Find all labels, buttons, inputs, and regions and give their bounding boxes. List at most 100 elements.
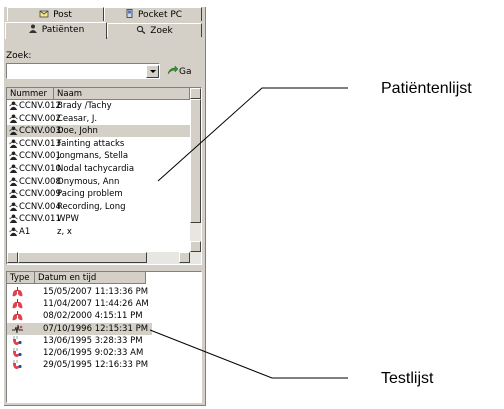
holter-icon <box>13 335 22 345</box>
patient-row[interactable]: CCNV.010 Nodal tachycardia <box>7 163 190 175</box>
tab-pocket-pc-label: Pocket PC <box>137 10 183 20</box>
patient-name: Ceasar, J. <box>57 113 98 124</box>
patient-number: CCNV.001 <box>19 151 61 162</box>
patient-icon <box>9 151 18 161</box>
patient-row[interactable]: CCNV.009 Pacing problem <box>7 188 190 200</box>
column-header-type[interactable]: Type <box>7 272 35 284</box>
test-row[interactable]: 07/10/1996 12:15:31 PM <box>7 322 152 335</box>
scroll-up-button[interactable] <box>190 88 201 99</box>
tab-patienten[interactable]: Patiënten <box>5 22 107 39</box>
patient-row[interactable]: CCNV.013 Fainting attacks <box>7 138 190 150</box>
go-arrow-icon <box>167 65 179 75</box>
patient-row[interactable]: CCNV.008 Onymous, Ann <box>7 176 190 188</box>
tab-zoek-label: Zoek <box>150 26 173 36</box>
patient-icon <box>9 126 18 136</box>
test-row[interactable]: 29/05/1995 12:16:33 PM <box>7 359 152 371</box>
patient-name: z, x <box>57 227 72 237</box>
patient-icon <box>9 202 18 211</box>
test-datetime: 08/02/2000 4:15:11 PM <box>43 311 143 322</box>
test-row[interactable]: 15/05/2007 11:13:36 PM <box>7 286 152 298</box>
test-datetime: 29/05/1995 12:16:33 PM <box>43 360 149 371</box>
tab-pocket-pc[interactable]: Pocket PC <box>104 7 202 21</box>
tab-zoek[interactable]: Zoek <box>107 23 202 37</box>
lungs-icon <box>12 287 23 297</box>
tab-patienten-label: Patiënten <box>41 25 85 35</box>
patient-number: CCNV.012 <box>19 101 61 111</box>
scroll-down-button[interactable] <box>190 241 201 252</box>
patient-icon <box>28 24 37 33</box>
search-input[interactable] <box>6 63 160 79</box>
scroll-right-button[interactable] <box>179 252 190 263</box>
patient-icon <box>9 114 18 123</box>
patient-name: WPW <box>57 214 79 225</box>
patient-icon <box>9 164 18 173</box>
patient-number: CCNV.008 <box>19 176 61 187</box>
patient-name: Recording, Long <box>57 201 126 212</box>
pocket-pc-icon <box>126 9 133 18</box>
holter-icon <box>13 360 22 370</box>
patient-row[interactable]: CCNV.012 Brady /Tachy <box>7 100 190 112</box>
patient-number: CCNV.010 <box>19 164 61 174</box>
patient-row[interactable]: CCNV.011 WPW <box>7 213 190 225</box>
patient-icon <box>9 214 18 224</box>
lungs-icon <box>12 299 23 309</box>
patient-icon <box>9 177 18 186</box>
patient-name: Brady /Tachy <box>57 101 112 111</box>
patient-icon <box>9 101 18 110</box>
patient-row[interactable]: CCNV.003 Doe, John <box>7 125 190 138</box>
callout-testlijst: Testlijst <box>381 370 434 387</box>
search-label: Zoek: <box>6 51 32 61</box>
patient-name: Pacing problem <box>57 189 123 200</box>
patient-list[interactable]: Nummer Naam CCNV.012 Brady /Tachy CCNV.002… <box>6 87 202 265</box>
holter-icon <box>13 348 22 357</box>
test-datetime: 13/06/1995 3:28:33 PM <box>43 335 143 346</box>
column-header-datum[interactable]: Datum en tijd <box>35 272 146 284</box>
patient-number: CCNV.009 <box>19 189 61 200</box>
test-datetime: 15/05/2007 11:13:36 PM <box>43 287 149 297</box>
scroll-left-button[interactable] <box>7 252 18 263</box>
patient-row[interactable]: CCNV.002 Ceasar, J. <box>7 113 190 125</box>
patient-number: CCNV.013 <box>19 138 61 149</box>
test-datetime: 11/04/2007 11:44:26 AM <box>43 299 149 310</box>
test-datetime: 07/10/1996 12:15:31 PM <box>43 323 149 334</box>
sidebar-panel: Post Pocket PC Patiënten Zoek Zoek: Ga N… <box>4 7 206 406</box>
tab-post[interactable]: Post <box>7 7 104 21</box>
column-header-naam[interactable]: Naam <box>54 88 190 100</box>
search-icon <box>137 25 146 34</box>
callout-patientenlijst: Patiëntenlijst <box>381 80 472 97</box>
patient-icon <box>9 189 18 199</box>
lungs-icon <box>12 311 23 321</box>
post-icon <box>39 10 49 18</box>
tab-post-label: Post <box>53 10 72 20</box>
patient-name: Doe, John <box>57 126 98 137</box>
patient-icon <box>9 139 18 148</box>
go-button[interactable]: Ga <box>167 65 192 78</box>
column-header-nummer[interactable]: Nummer <box>7 88 54 100</box>
patient-number: CCNV.011 <box>19 214 61 225</box>
test-row[interactable]: 11/04/2007 11:44:26 AM <box>7 298 152 310</box>
test-row[interactable]: 12/06/1995 9:02:33 AM <box>7 347 152 359</box>
patient-number: CCNV.002 <box>19 113 61 124</box>
test-row[interactable]: 13/06/1995 3:28:33 PM <box>7 335 152 347</box>
hscroll-thumb[interactable] <box>18 252 147 263</box>
patient-row[interactable]: A1 z, x <box>7 226 190 238</box>
patient-name: Onymous, Ann <box>57 176 120 187</box>
patient-name: Nodal tachycardia <box>57 164 135 174</box>
patient-name: Jongmans, Stella <box>57 151 129 162</box>
scroll-thumb[interactable] <box>190 99 201 223</box>
test-datetime: 12/06/1995 9:02:33 AM <box>43 348 144 358</box>
test-row[interactable]: 08/02/2000 4:15:11 PM <box>7 310 152 322</box>
patient-number: CCNV.003 <box>19 126 61 137</box>
patient-name: Fainting attacks <box>57 138 125 149</box>
ecg-icon <box>12 324 23 333</box>
go-button-label: Ga <box>179 67 192 77</box>
test-list[interactable]: Type Datum en tijd 15/05/2007 11:13:36 P… <box>6 271 202 403</box>
patient-list-vscroll[interactable] <box>190 88 201 252</box>
patient-number: A1 <box>19 227 31 237</box>
patient-list-hscroll[interactable] <box>7 252 201 264</box>
search-dropdown-button[interactable] <box>146 65 159 78</box>
patient-row[interactable]: CCNV.001 Jongmans, Stella <box>7 150 190 162</box>
patient-row[interactable]: CCNV.004 Recording, Long <box>7 201 190 213</box>
patient-number: CCNV.004 <box>19 201 61 212</box>
patient-icon <box>9 227 18 236</box>
